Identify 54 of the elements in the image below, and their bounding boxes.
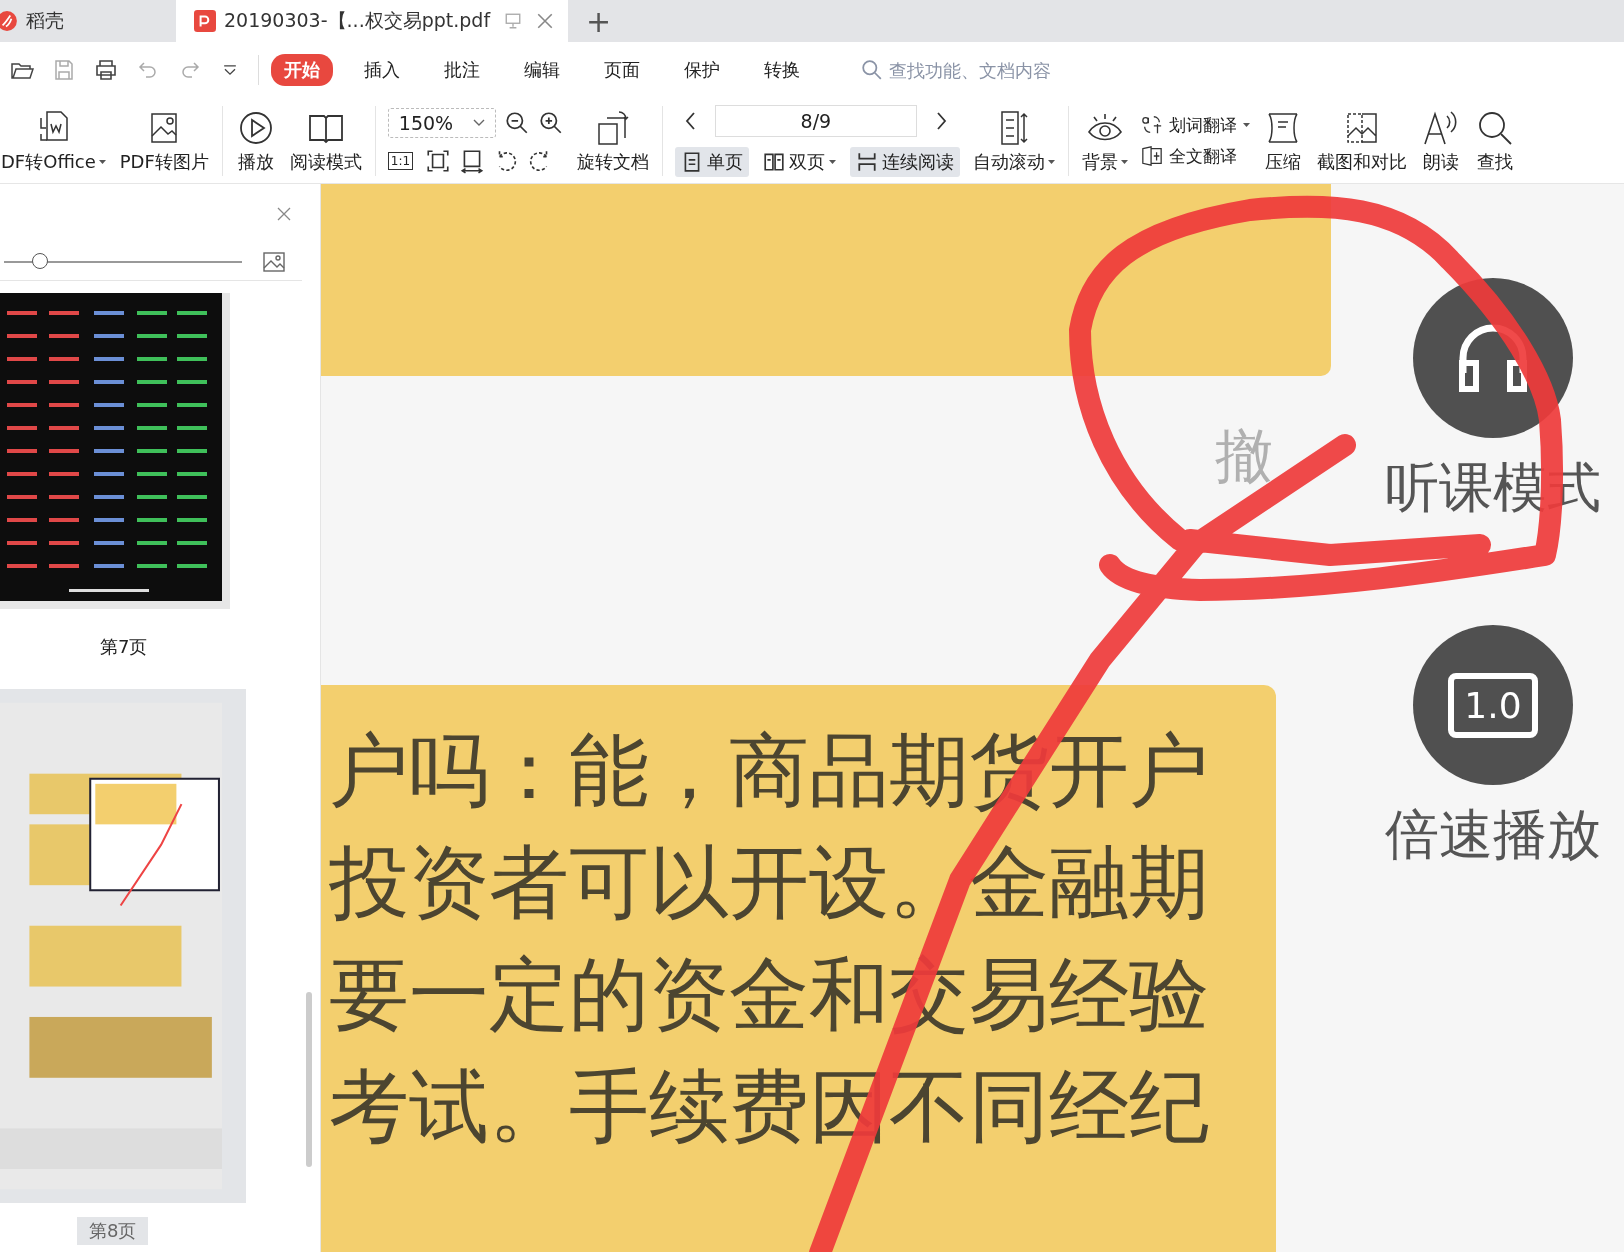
page-label: 第8页 (77, 1217, 149, 1245)
scrollbar-thumb[interactable] (306, 992, 312, 1167)
shell-logo-icon (0, 10, 18, 32)
view-mode-button[interactable]: 连续阅读 (849, 146, 960, 177)
button-caption: 倍速播放 (1385, 802, 1601, 868)
search-icon (861, 59, 883, 81)
full-translate-button[interactable]: 全文翻译 (1134, 143, 1256, 169)
word-translate-button[interactable]: 划词翻译 (1134, 112, 1256, 138)
tab-title: 稻壳 (26, 8, 64, 33)
menu-tab[interactable]: 开始 (271, 54, 333, 86)
compress-button[interactable]: 压缩 (1255, 107, 1310, 174)
read-mode-button[interactable]: 阅读模式 (282, 107, 369, 174)
page-label: 第7页 (99, 635, 149, 659)
menu-tab[interactable]: 编辑 (511, 54, 573, 86)
menu-tab[interactable]: 页面 (591, 54, 653, 86)
menu-tab[interactable]: 插入 (351, 54, 413, 86)
menu-tab[interactable]: 保护 (671, 54, 733, 86)
menu-tab[interactable]: 批注 (431, 54, 493, 86)
actual-size-button[interactable]: 1:1 (387, 151, 414, 170)
image-icon[interactable] (262, 250, 286, 274)
print-icon[interactable] (94, 58, 118, 82)
pdf-file-icon (194, 10, 216, 32)
recall-label: 撤 (1215, 421, 1273, 492)
book-translate-icon (1140, 145, 1163, 167)
screenshot-compare-button[interactable]: 截图和对比 (1309, 107, 1414, 174)
read-aloud-button[interactable]: 朗读 (1413, 107, 1468, 174)
background-button[interactable]: 背景 (1074, 107, 1135, 174)
view-mode-button[interactable]: 双页 (756, 146, 842, 177)
chevron-down-icon (472, 118, 485, 127)
close-icon[interactable] (536, 12, 555, 30)
view-mode-button[interactable]: 单页 (674, 146, 749, 177)
slider-handle[interactable] (31, 253, 48, 269)
pdf-to-image-button[interactable]: PDF转图片 (112, 107, 216, 174)
close-icon[interactable] (276, 206, 292, 222)
zoom-dropdown[interactable]: 150% (387, 107, 496, 138)
auto-scroll-button[interactable]: 自动滚动 (965, 107, 1062, 174)
document-tab[interactable]: 20190303-【...权交易ppt.pdf (176, 0, 569, 42)
zoom-out-icon[interactable] (503, 109, 530, 136)
page-number-field[interactable]: 8/9 (714, 104, 917, 137)
translate-icon (1140, 114, 1163, 136)
document-tab[interactable]: 稻壳 (0, 0, 160, 42)
menu-tab[interactable]: 转换 (751, 54, 813, 86)
continuous-pages-icon (855, 150, 878, 173)
zoom-in-icon[interactable] (537, 109, 564, 136)
tab-title: 20190303-【...权交易ppt.pdf (224, 8, 491, 33)
new-tab-button[interactable]: + (568, 0, 630, 42)
rotate-document-button[interactable]: 旋转文档 (569, 107, 656, 174)
play-button[interactable]: 播放 (228, 107, 283, 174)
fit-page-icon[interactable] (425, 147, 452, 174)
playback-speed-button[interactable]: 1.0 (1413, 625, 1573, 785)
fit-width-icon[interactable] (459, 147, 486, 174)
two-pages-icon (762, 150, 785, 173)
pdf-to-office-button[interactable]: DF转Office (0, 107, 113, 174)
find-button[interactable]: 查找 (1467, 107, 1522, 174)
